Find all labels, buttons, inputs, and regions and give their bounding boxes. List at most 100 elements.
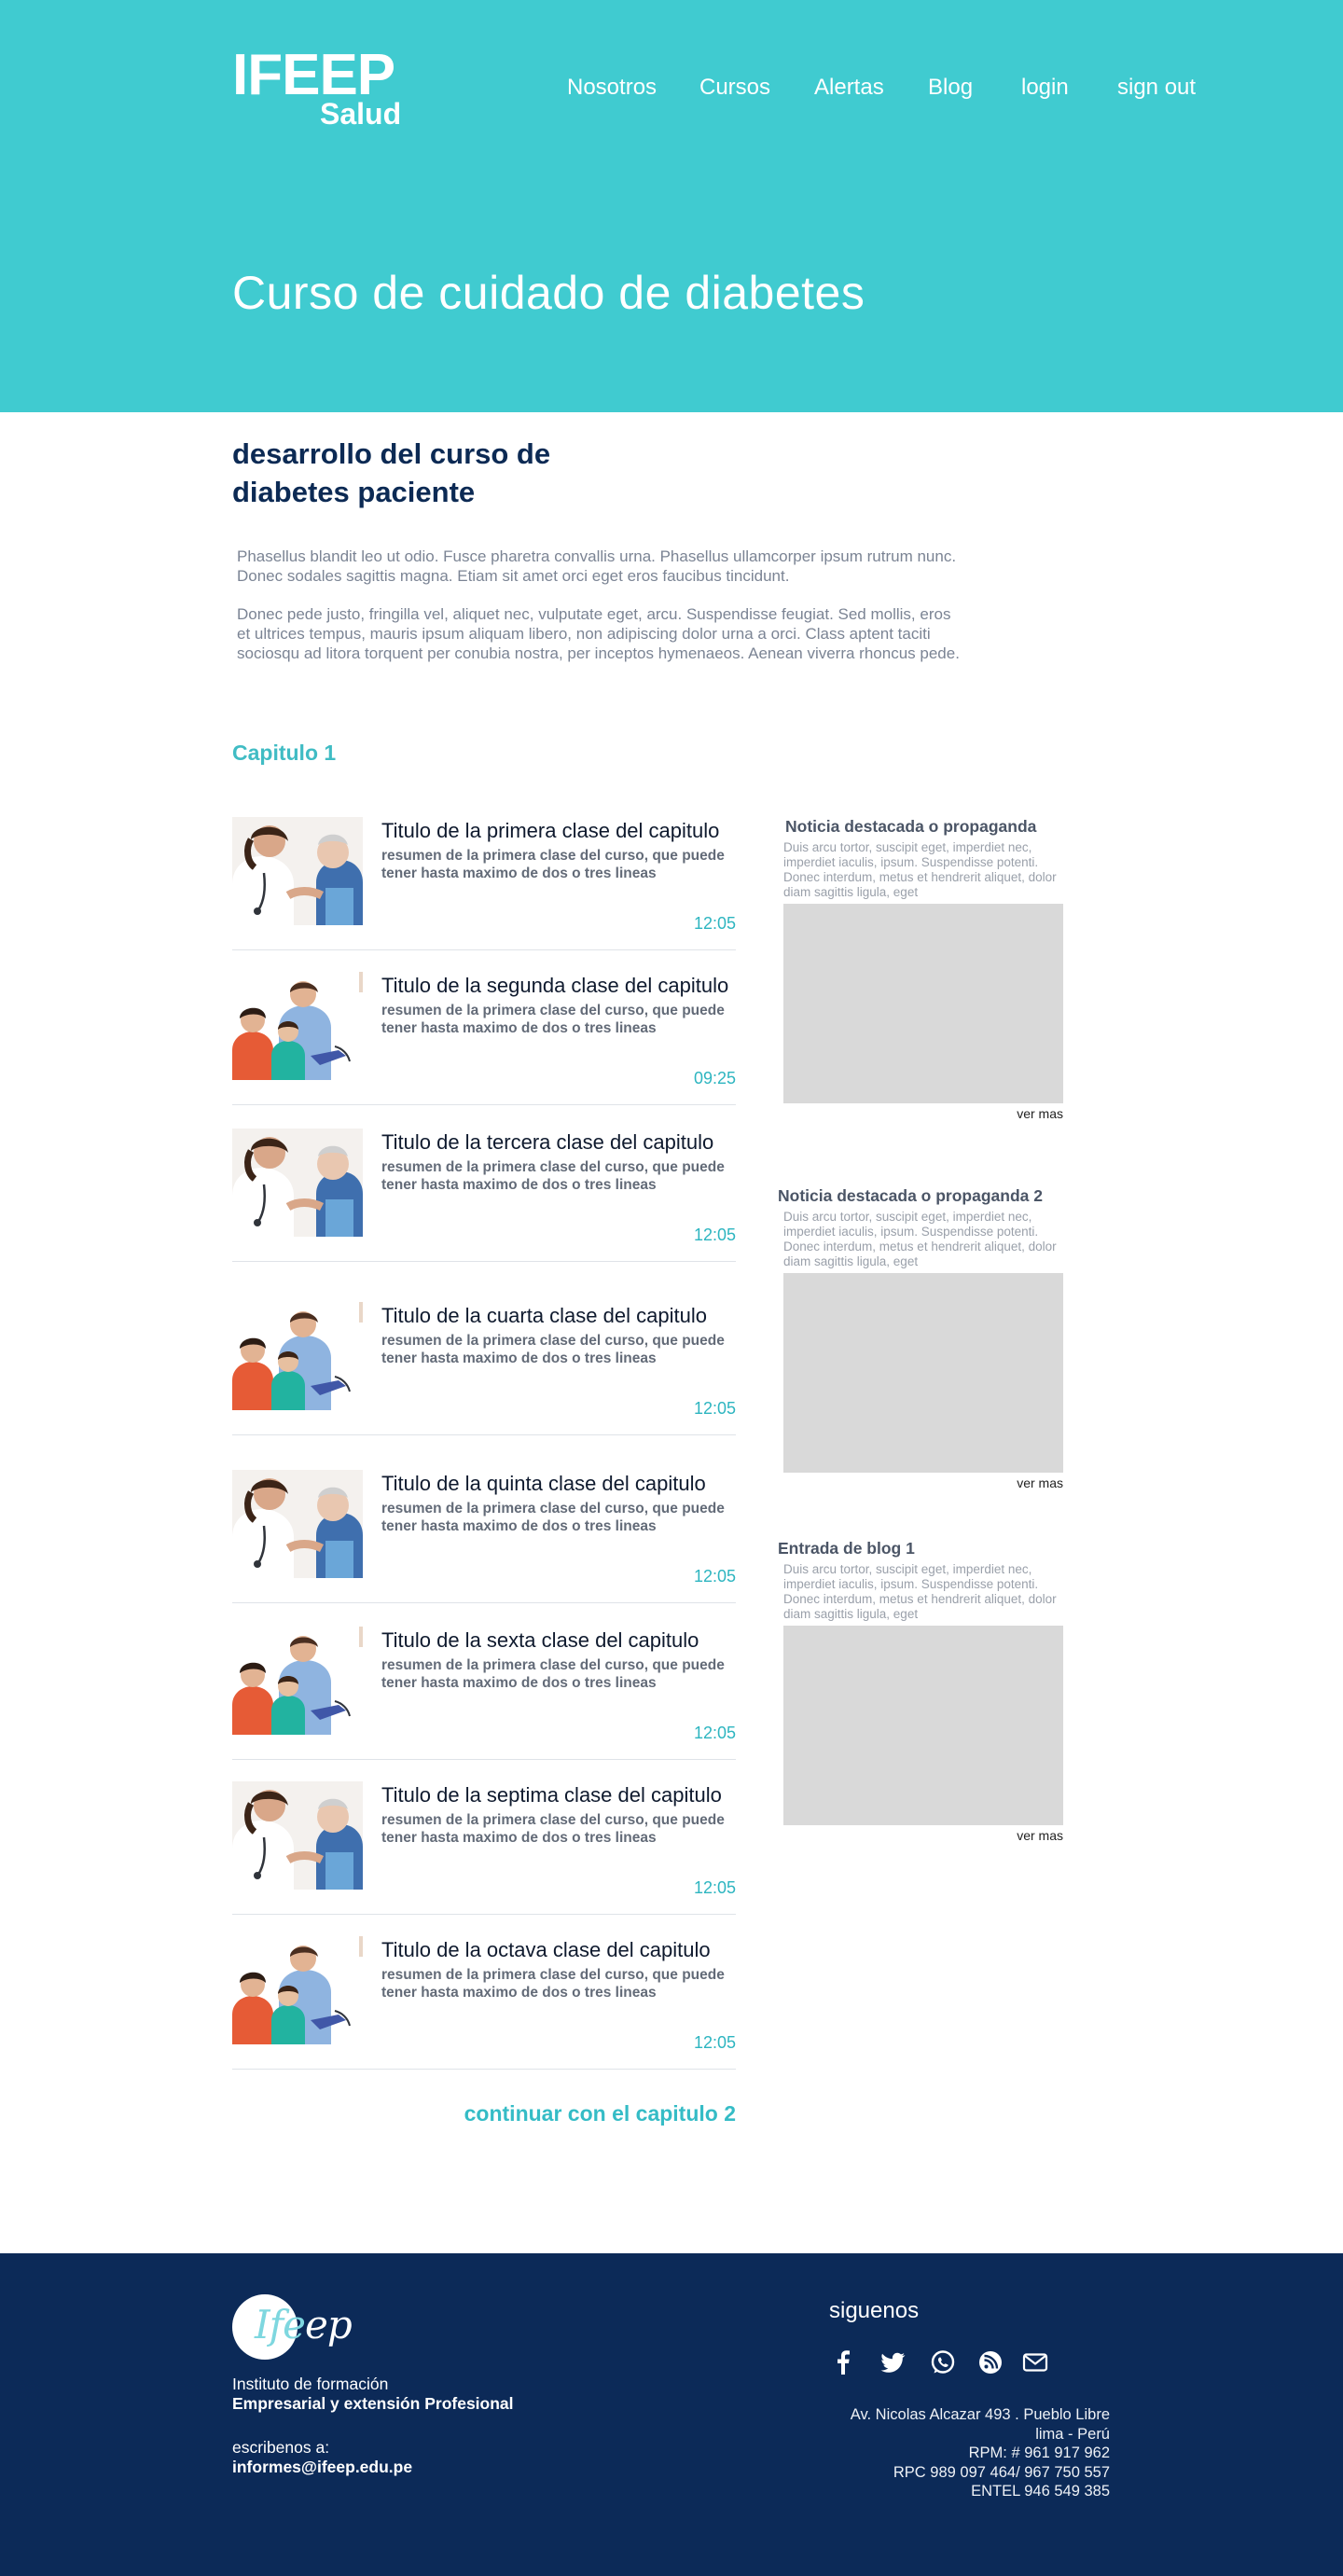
footer-institute-line1: Instituto de formación xyxy=(232,2375,389,2393)
row-divider xyxy=(232,1261,736,1262)
logo-sub-text: Salud xyxy=(320,97,402,131)
class-duration: 12:05 xyxy=(693,1567,736,1586)
doctor-family-thumbnail[interactable] xyxy=(232,972,363,1080)
class-title[interactable]: Titulo de la segunda clase del capitulo xyxy=(381,974,745,998)
intro-paragraph-2: Donec pede justo, fringilla vel, aliquet… xyxy=(237,605,960,662)
row-divider xyxy=(232,1914,736,1915)
footer-email-link[interactable]: informes@ifeep.edu.pe xyxy=(232,2458,412,2477)
footer-logo[interactable]: Ifeep xyxy=(232,2292,353,2361)
footer-logo-text-part: ep xyxy=(305,2302,353,2347)
row-divider xyxy=(232,949,736,950)
promo-title[interactable]: Noticia destacada o propaganda 2 xyxy=(778,1186,1065,1206)
promo-card: Noticia destacada o propaganda 2 Duis arc… xyxy=(778,1186,1065,1490)
doctor-family-thumbnail[interactable] xyxy=(232,1302,363,1410)
class-summary: resumen de la primera clase del curso, q… xyxy=(381,1812,725,1846)
promo-image-placeholder[interactable] xyxy=(783,1273,1063,1473)
course-heading-line1: desarrollo del curso de xyxy=(232,437,551,470)
facebook-icon[interactable] xyxy=(829,2348,857,2376)
promo-description: Duis arcu tortor, suscipit eget, imperdi… xyxy=(783,1210,1057,1268)
class-row[interactable]: Titulo de la tercera clase del capitulo r… xyxy=(232,1129,736,1278)
row-divider xyxy=(232,2069,736,2070)
rss-icon[interactable] xyxy=(976,2348,1004,2376)
footer-logo-text-part: Ife xyxy=(255,2302,306,2347)
class-summary: resumen de la primera clase del curso, q… xyxy=(381,1159,725,1193)
class-title[interactable]: Titulo de la tercera clase del capitulo xyxy=(381,1130,745,1155)
ver-mas-link[interactable]: ver mas xyxy=(778,1475,1065,1490)
class-title[interactable]: Titulo de la primera clase del capitulo xyxy=(381,819,745,843)
class-duration: 12:05 xyxy=(693,1878,736,1897)
promo-description: Duis arcu tortor, suscipit eget, imperdi… xyxy=(783,1562,1057,1621)
class-duration: 12:05 xyxy=(693,914,736,933)
class-duration: 12:05 xyxy=(693,1226,736,1244)
class-summary: resumen de la primera clase del curso, q… xyxy=(381,1501,725,1534)
nurse-elderly-thumbnail[interactable] xyxy=(232,817,363,925)
class-title[interactable]: Titulo de la septima clase del capitulo xyxy=(381,1783,745,1807)
continue-chapter-link[interactable]: continuar con el capitulo 2 xyxy=(464,2101,736,2126)
whatsapp-icon[interactable] xyxy=(929,2348,957,2376)
footer-address: Av. Nicolas Alcazar 493 . Pueblo Libre l… xyxy=(851,2405,1110,2501)
nurse-elderly-thumbnail[interactable] xyxy=(232,1470,363,1578)
class-title[interactable]: Titulo de la quinta clase del capitulo xyxy=(381,1472,745,1496)
footer-institute-line2: Empresarial y extensión Profesional xyxy=(232,2394,514,2413)
class-row[interactable]: Titulo de la cuarta clase del capitulo re… xyxy=(232,1302,736,1451)
class-duration: 12:05 xyxy=(693,2033,736,2052)
row-divider xyxy=(232,1759,736,1760)
footer-institute: Instituto de formación Empresarial y ext… xyxy=(232,2375,514,2414)
twitter-icon[interactable] xyxy=(879,2348,907,2376)
nav-link-login[interactable]: login xyxy=(1021,75,1069,101)
doctor-family-thumbnail[interactable] xyxy=(232,1627,363,1735)
class-row[interactable]: Titulo de la sexta clase del capitulo res… xyxy=(232,1627,736,1776)
class-summary: resumen de la primera clase del curso, q… xyxy=(381,1003,725,1036)
promo-card: Noticia destacada o propaganda Duis arcu … xyxy=(778,817,1065,1121)
row-divider xyxy=(232,1104,736,1105)
class-duration: 12:05 xyxy=(693,1399,736,1418)
follow-label: siguenos xyxy=(829,2298,920,2323)
promo-title[interactable]: Noticia destacada o propaganda xyxy=(778,817,1065,837)
class-row[interactable]: Titulo de la primera clase del capitulo r… xyxy=(232,817,736,966)
promo-description: Duis arcu tortor, suscipit eget, imperdi… xyxy=(783,840,1057,899)
footer-logo-text: Ifeep xyxy=(255,2302,353,2347)
class-title[interactable]: Titulo de la cuarta clase del capitulo xyxy=(381,1304,745,1328)
nurse-elderly-thumbnail[interactable] xyxy=(232,1781,363,1890)
footer-contact: escribenos a: informes@ifeep.edu.pe xyxy=(232,2438,412,2477)
promo-image-placeholder[interactable] xyxy=(783,1626,1063,1825)
footer: Ifeep Instituto de formación Empresarial… xyxy=(0,2253,1343,2576)
doctor-family-thumbnail[interactable] xyxy=(232,1936,363,2044)
hero-header: IFEEP Salud Nosotros Cursos Alertas Blog… xyxy=(0,0,1343,412)
nav-link-nosotros[interactable]: Nosotros xyxy=(567,75,657,101)
nav-link-alertas[interactable]: Alertas xyxy=(814,75,884,101)
nav-link-blog[interactable]: Blog xyxy=(928,75,973,101)
address-line: lima - Perú xyxy=(1035,2425,1110,2443)
address-line: RPC 989 097 464/ 967 750 557 xyxy=(893,2463,1110,2481)
mail-icon[interactable] xyxy=(1021,2348,1049,2376)
address-line: RPM: # 961 917 962 xyxy=(968,2444,1110,2461)
class-title[interactable]: Titulo de la octava clase del capitulo xyxy=(381,1938,745,1962)
course-heading: desarrollo del curso de diabetes pacient… xyxy=(232,435,717,511)
ver-mas-link[interactable]: ver mas xyxy=(778,1106,1065,1121)
address-line: Av. Nicolas Alcazar 493 . Pueblo Libre xyxy=(850,2406,1110,2423)
promo-title[interactable]: Entrada de blog 1 xyxy=(778,1539,1065,1558)
intro-paragraph-1: Phasellus blandit leo ut odio. Fusce pha… xyxy=(237,547,957,585)
class-duration: 12:05 xyxy=(693,1724,736,1742)
row-divider xyxy=(232,1434,736,1435)
class-title[interactable]: Titulo de la sexta clase del capitulo xyxy=(381,1628,745,1653)
nav-link-cursos[interactable]: Cursos xyxy=(699,75,770,101)
promo-card: Entrada de blog 1 Duis arcu tortor, susci… xyxy=(778,1539,1065,1843)
class-summary: resumen de la primera clase del curso, q… xyxy=(381,1967,725,2001)
promo-image-placeholder[interactable] xyxy=(783,904,1063,1103)
class-row[interactable]: Titulo de la septima clase del capitulo r… xyxy=(232,1781,736,1931)
footer-write-label: escribenos a: xyxy=(232,2438,330,2457)
class-summary: resumen de la primera clase del curso, q… xyxy=(381,1333,725,1366)
nav-link-sign-out[interactable]: sign out xyxy=(1117,75,1196,101)
class-summary: resumen de la primera clase del curso, q… xyxy=(381,848,725,881)
course-heading-line2: diabetes paciente xyxy=(232,476,476,508)
ver-mas-link[interactable]: ver mas xyxy=(778,1828,1065,1843)
address-line: ENTEL 946 549 385 xyxy=(971,2483,1110,2500)
class-row[interactable]: Titulo de la octava clase del capitulo re… xyxy=(232,1936,736,2085)
class-duration: 09:25 xyxy=(693,1069,736,1087)
row-divider xyxy=(232,1602,736,1603)
nurse-elderly-thumbnail[interactable] xyxy=(232,1129,363,1237)
page-title: Curso de cuidado de diabetes xyxy=(232,267,865,319)
class-row[interactable]: Titulo de la quinta clase del capitulo re… xyxy=(232,1470,736,1619)
class-row[interactable]: Titulo de la segunda clase del capitulo r… xyxy=(232,972,736,1121)
